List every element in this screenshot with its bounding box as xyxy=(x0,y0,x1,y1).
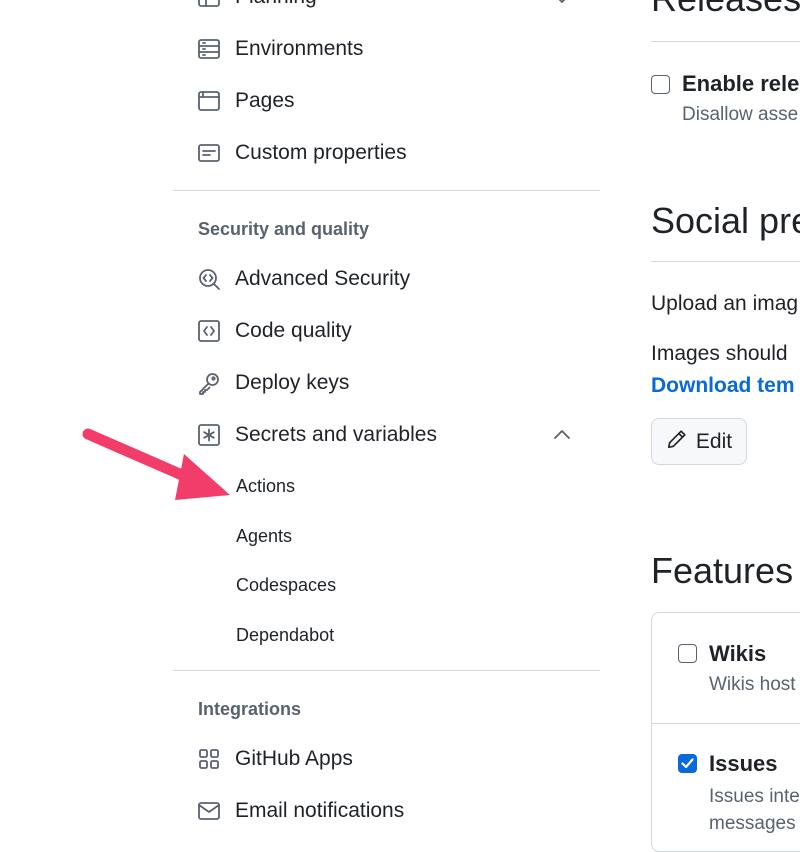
features-heading: Features xyxy=(651,550,794,591)
sidebar-item-label: Custom properties xyxy=(235,141,407,164)
sidebar-item-label: GitHub Apps xyxy=(235,747,353,770)
issues-description-line2: messages xyxy=(709,813,796,834)
sidebar-item-github-apps[interactable]: GitHub Apps xyxy=(196,739,353,779)
social-preview-text: Upload an imag xyxy=(651,292,799,315)
edit-button-label: Edit xyxy=(695,429,733,453)
sidebar-item-environments[interactable]: Environments xyxy=(196,29,363,69)
sidebar-section-heading: Security and quality xyxy=(198,219,370,239)
sidebar-item-pages[interactable]: Pages xyxy=(196,81,295,121)
sidebar-divider xyxy=(173,670,600,671)
features-row-divider xyxy=(652,723,800,724)
sidebar-section-heading: Integrations xyxy=(198,699,302,719)
social-preview-requirements: Images should xyxy=(651,342,788,365)
note-icon xyxy=(196,140,222,166)
releases-checkbox[interactable] xyxy=(651,75,670,94)
issues-label: Issues xyxy=(709,751,778,776)
releases-checkbox-label: Enable rele xyxy=(682,71,800,96)
wikis-label: Wikis xyxy=(709,641,767,666)
download-template-link[interactable]: Download tem xyxy=(651,374,795,398)
apps-icon xyxy=(196,746,222,772)
browser-icon xyxy=(196,88,222,114)
edit-button[interactable]: Edit xyxy=(651,418,747,465)
pencil-icon xyxy=(666,428,688,455)
sidebar-item-label: Environments xyxy=(235,37,364,60)
section-divider xyxy=(651,261,800,262)
sidebar-item-advanced-security[interactable]: Advanced Security xyxy=(196,259,410,299)
sidebar-item-label: Deploy keys xyxy=(235,371,350,394)
sidebar-item-label: Pages xyxy=(235,89,295,112)
section-divider xyxy=(651,41,800,42)
sidebar-item-label: Advanced Security xyxy=(235,267,411,290)
sidebar-subitem-agents[interactable]: Agents xyxy=(236,526,292,547)
sidebar-item-label: Planning xyxy=(235,0,317,9)
sidebar-item-deploy-keys[interactable]: Deploy keys xyxy=(196,363,349,403)
issues-checkbox[interactable] xyxy=(678,754,697,773)
releases-checkbox-description: Disallow asse xyxy=(682,104,799,125)
codescan-icon xyxy=(196,266,222,292)
arrow-annotation xyxy=(82,428,230,500)
sidebar-divider xyxy=(173,190,600,191)
sidebar-subitem-actions[interactable]: Actions xyxy=(236,476,295,497)
wikis-checkbox[interactable] xyxy=(678,644,697,663)
wikis-description: Wikis host xyxy=(709,674,796,695)
releases-heading: Releases xyxy=(651,0,800,20)
sidebar-subitem-dependabot[interactable]: Dependabot xyxy=(236,625,334,646)
sidebar-item-label: Code quality xyxy=(235,319,352,342)
sidebar-item-code-quality[interactable]: Code quality xyxy=(196,311,352,351)
social-preview-heading: Social pre xyxy=(651,200,800,241)
issues-description: Issues inte xyxy=(709,786,800,807)
sidebar-item-label: Email notifications xyxy=(235,799,405,822)
sidebar-item-label: Secrets and variables xyxy=(235,423,437,446)
sidebar-item-custom-properties[interactable]: Custom properties xyxy=(196,133,407,173)
mail-icon xyxy=(196,798,222,824)
sidebar-item-email-notifications[interactable]: Email notifications xyxy=(196,791,404,831)
checkmark-icon xyxy=(681,758,694,769)
chevron-up-icon[interactable] xyxy=(553,427,571,448)
code-square-icon xyxy=(196,318,222,344)
planning-icon xyxy=(196,0,222,10)
key-icon xyxy=(196,370,222,396)
server-icon xyxy=(196,36,222,62)
sidebar-item-planning[interactable]: Planning xyxy=(196,0,317,17)
sidebar-subitem-codespaces[interactable]: Codespaces xyxy=(236,575,336,596)
chevron-down-icon[interactable] xyxy=(554,0,570,13)
